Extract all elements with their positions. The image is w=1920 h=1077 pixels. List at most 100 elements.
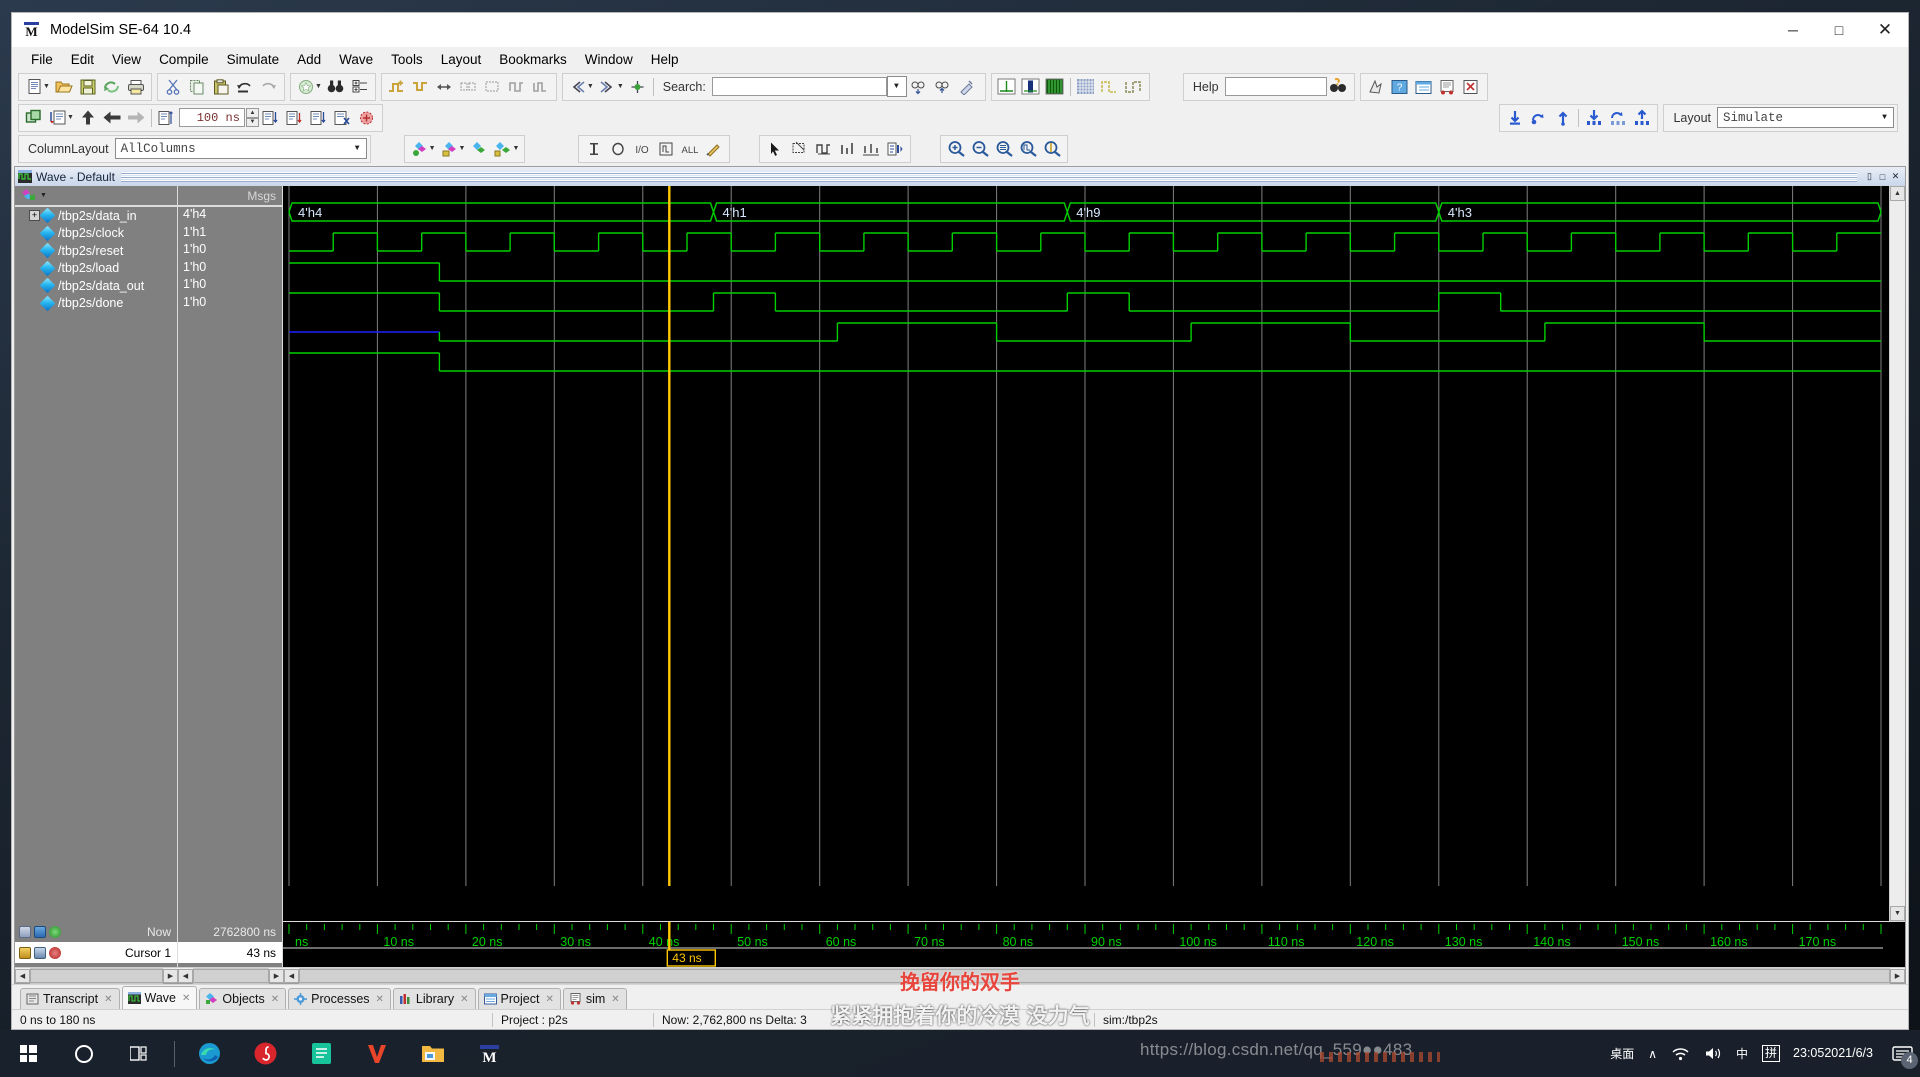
cursor-loop-icon[interactable] (1606, 106, 1630, 130)
format-bar-icon[interactable] (582, 137, 606, 161)
scroll-right-icon[interactable]: ▶ (1890, 969, 1905, 983)
help-input[interactable] (1224, 77, 1327, 96)
zoom-in-icon[interactable] (944, 137, 968, 161)
cut-icon[interactable] (161, 75, 185, 99)
wave-marker-icon[interactable] (409, 75, 433, 99)
menu-layout[interactable]: Layout (432, 50, 491, 69)
netease-taskbar-button[interactable] (237, 1030, 293, 1077)
delete-cursor-icon[interactable] (49, 946, 61, 959)
stepper-down-icon[interactable]: ▼ (245, 117, 259, 127)
wave-prev-icon[interactable] (433, 75, 457, 99)
tab-processes[interactable]: Processes ✕ (288, 988, 391, 1009)
reload-icon[interactable] (100, 75, 124, 99)
measure-icon[interactable] (835, 137, 859, 161)
paste-icon[interactable] (209, 75, 233, 99)
waveform-canvas[interactable]: 4'h4 4'h1 4'h9 4'h3 (283, 186, 1889, 921)
menu-simulate[interactable]: Simulate (218, 50, 289, 69)
step-into-icon[interactable] (259, 106, 283, 130)
column-layout-combo[interactable]: AllColumns ▼ (114, 138, 367, 159)
bookmark-loop-icon[interactable] (1527, 106, 1551, 130)
tab-close-icon[interactable]: ✕ (545, 994, 553, 1005)
add-cursor-icon[interactable] (49, 925, 61, 938)
sim-end-icon[interactable] (1460, 75, 1484, 99)
format-io-icon[interactable]: I/O (630, 137, 654, 161)
group-object-icon[interactable] (438, 137, 462, 161)
scroll-right-icon[interactable]: ▶ (269, 969, 284, 983)
new-file-icon[interactable] (22, 75, 46, 99)
edge-taskbar-button[interactable] (181, 1030, 237, 1077)
search-options-icon[interactable] (955, 75, 979, 99)
scroll-up-icon[interactable]: ▲ (1890, 186, 1905, 201)
compile-icon[interactable] (294, 75, 318, 99)
expand-list-icon[interactable] (348, 75, 372, 99)
sim-browser-icon[interactable] (1436, 75, 1460, 99)
copy-icon[interactable] (185, 75, 209, 99)
scroll-right-icon[interactable]: ▶ (163, 969, 178, 983)
chevron-down-icon[interactable]: ▼ (888, 77, 905, 96)
zoom-out-icon[interactable] (968, 137, 992, 161)
minimize-button[interactable]: ─ (1770, 13, 1816, 47)
search-prev-icon[interactable] (566, 75, 590, 99)
search-taskbar-button[interactable] (56, 1030, 112, 1077)
wave-zoom3-icon[interactable] (505, 75, 529, 99)
start-button[interactable] (0, 1030, 56, 1077)
ungroup-icon[interactable] (467, 137, 491, 161)
explorer-taskbar-button[interactable] (405, 1030, 461, 1077)
menu-add[interactable]: Add (288, 50, 330, 69)
tab-objects[interactable]: Objects ✕ (199, 988, 287, 1009)
open-folder-icon[interactable] (52, 75, 76, 99)
wave-close-icon[interactable]: ✕ (1889, 170, 1902, 183)
undo-icon[interactable] (233, 75, 257, 99)
wave-props-icon[interactable] (883, 137, 907, 161)
restart-sim-icon[interactable] (22, 106, 46, 130)
step-out-icon[interactable] (307, 106, 331, 130)
task-view-button[interactable] (112, 1030, 168, 1077)
ime-language-indicator[interactable]: 中 (1729, 1030, 1755, 1077)
search-down-icon[interactable] (907, 75, 931, 99)
scroll-thumb[interactable] (299, 969, 1890, 983)
run-icon[interactable] (46, 106, 70, 130)
names-hscrollbar[interactable]: ◀ ▶ (15, 968, 178, 984)
wave-hscrollbar[interactable]: ◀ ▶ (284, 968, 1905, 984)
menu-tools[interactable]: Tools (382, 50, 432, 69)
notifications-button[interactable]: 4 (1885, 1030, 1920, 1077)
signal-row-done[interactable]: /tbp2s/done (15, 295, 177, 313)
chevron-down-icon[interactable]: ▼ (40, 192, 47, 199)
help-search-icon[interactable] (1327, 75, 1351, 99)
run-length-stepper[interactable]: ▲ ▼ (245, 108, 259, 127)
tab-close-icon[interactable]: ✕ (104, 994, 112, 1005)
breakpoints-icon[interactable] (355, 106, 379, 130)
lock-cursor-icon[interactable] (19, 946, 31, 959)
time-axis[interactable]: ns 10 ns 20 ns 30 ns 40 ns 50 ns 60 ns 70 ns 80 … (283, 921, 1908, 967)
tray-expand-chevron-icon[interactable]: ∧ (1641, 1030, 1664, 1077)
close-button[interactable]: ✕ (1862, 13, 1908, 47)
edit-cursor-icon[interactable] (34, 946, 46, 959)
zoom-fit-icon[interactable] (992, 137, 1016, 161)
scroll-track[interactable] (30, 968, 163, 984)
menu-compile[interactable]: Compile (150, 50, 218, 69)
chevron-down-icon[interactable]: ▼ (1876, 108, 1893, 127)
break-icon[interactable] (331, 106, 355, 130)
scroll-left-icon[interactable]: ◀ (178, 969, 193, 983)
objects-filter-icon[interactable] (19, 188, 36, 203)
sim-restart-icon[interactable] (1364, 75, 1388, 99)
wave-save-icon[interactable] (19, 925, 31, 938)
menu-file[interactable]: File (22, 50, 62, 69)
run-step-back-icon[interactable] (100, 106, 124, 130)
search-input[interactable] (711, 77, 887, 96)
wave-half-icon[interactable] (1019, 75, 1043, 99)
search-next-icon[interactable] (596, 75, 620, 99)
layout-combo[interactable]: Simulate ▼ (1717, 107, 1894, 128)
bookmark-down-icon[interactable] (1503, 106, 1527, 130)
scroll-left-icon[interactable]: ◀ (284, 969, 299, 983)
format-circle-icon[interactable] (606, 137, 630, 161)
ime-mode-indicator[interactable]: 拼 (1755, 1030, 1787, 1077)
stepper-up-icon[interactable]: ▲ (245, 108, 259, 118)
notepad-taskbar-button[interactable] (293, 1030, 349, 1077)
wave-restore-icon[interactable] (34, 925, 46, 938)
tab-transcript[interactable]: Transcript ✕ (20, 988, 120, 1009)
menu-window[interactable]: Window (576, 50, 642, 69)
wave-maximize-icon[interactable]: □ (1876, 170, 1889, 183)
zoom-select-icon[interactable] (787, 137, 811, 161)
wps-taskbar-button[interactable] (349, 1030, 405, 1077)
